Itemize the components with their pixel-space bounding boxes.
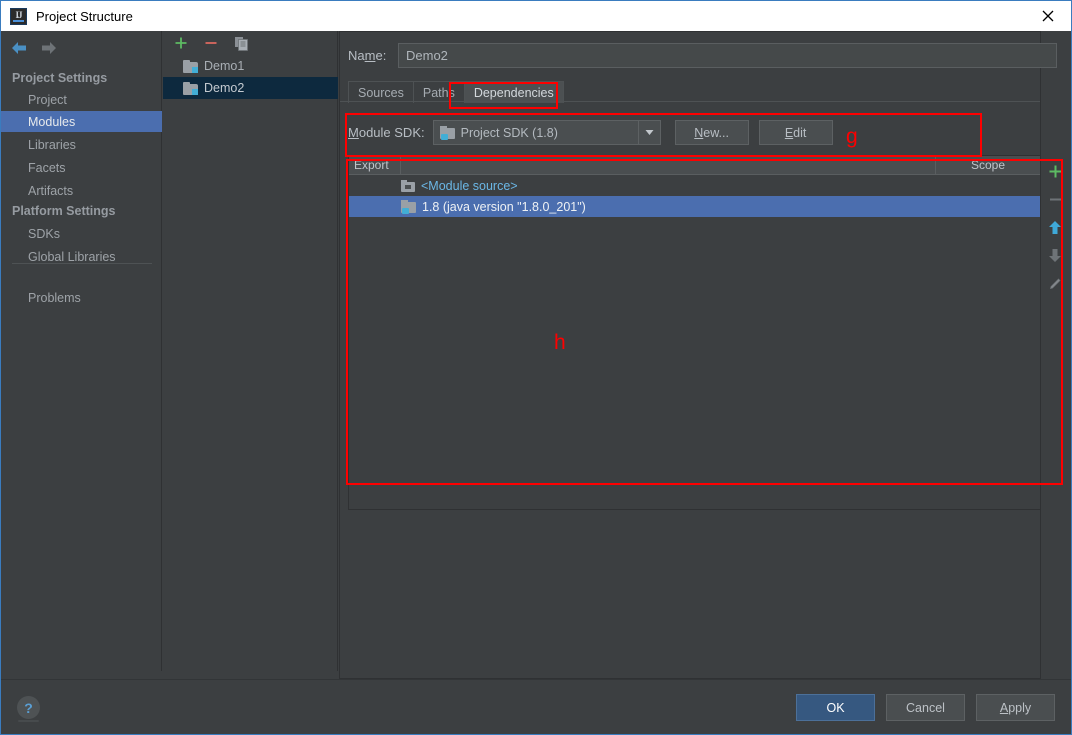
chevron-down-icon[interactable] [637,121,660,144]
help-button-shadow [18,720,39,722]
ok-label: OK [826,700,845,715]
sidebar-item-sdks[interactable]: SDKs [1,223,162,244]
dependencies-table: Export Scope <Module source> 1.8 (java v… [348,155,1041,510]
remove-dependency-button[interactable] [1043,185,1067,213]
jdk-folder-icon [401,200,416,214]
title-bar: Project Structure [1,1,1071,31]
navigation-arrows [9,38,58,58]
dependency-name: <Module source> [421,178,518,193]
column-header-name[interactable] [401,156,936,174]
sidebar-item-label: Project [28,92,67,107]
dependencies-side-toolbar [1042,155,1068,510]
edit-dependency-button[interactable] [1043,269,1067,297]
cancel-button[interactable]: Cancel [886,694,965,721]
module-detail-panel: Name: Sources Paths Dependencies Module … [339,31,1068,679]
new-sdk-button[interactable]: New... [674,120,749,145]
close-icon[interactable] [1025,1,1071,31]
module-name-input[interactable] [398,43,1057,68]
sidebar-item-project[interactable]: Project [1,89,162,110]
module-folder-icon [183,81,198,95]
name-row: Name: [348,43,1057,68]
module-sdk-row: Module SDK: Project SDK (1.8) New... Edi… [348,120,833,145]
cancel-label: Cancel [906,700,945,715]
module-sdk-label: Module SDK: [348,125,425,140]
tab-dependencies[interactable]: Dependencies [463,81,564,103]
sidebar-group-platform-settings: Platform Settings [12,204,116,218]
sidebar-item-libraries[interactable]: Libraries [1,134,162,155]
minus-icon[interactable] [201,33,221,53]
add-dependency-button[interactable] [1043,157,1067,185]
sidebar-item-problems[interactable]: Problems [1,287,162,308]
sidebar-item-modules[interactable]: Modules [1,111,162,132]
dependencies-area: Export Scope <Module source> 1.8 (java v… [348,155,1041,510]
copy-icon[interactable] [231,33,251,53]
name-label: Name: [348,48,387,63]
sidebar-item-label: Facets [28,160,66,175]
sidebar-item-label: Global Libraries [28,249,116,264]
module-sdk-select[interactable]: Project SDK (1.8) [432,120,661,145]
sidebar-item-artifacts[interactable]: Artifacts [1,180,162,201]
sidebar-item-label: Artifacts [28,183,74,198]
module-source-folder-icon [401,179,415,192]
module-name: Demo1 [204,59,245,73]
question-mark-icon[interactable]: ? [17,696,40,719]
sidebar-item-label: Libraries [28,137,76,152]
table-row[interactable]: <Module source> [349,175,1040,196]
move-up-button[interactable] [1043,213,1067,241]
column-header-export[interactable]: Export [349,156,401,174]
sidebar-item-facets[interactable]: Facets [1,157,162,178]
settings-sidebar: Project Settings Project Modules Librari… [1,31,162,671]
edit-sdk-button[interactable]: Edit [758,120,833,145]
column-header-scope[interactable]: Scope [936,156,1040,174]
list-item[interactable]: Demo2 [163,77,338,99]
table-header: Export Scope [349,156,1040,175]
ok-button[interactable]: OK [796,694,875,721]
sidebar-group-project-settings: Project Settings [12,71,108,85]
module-list-panel: Demo1 Demo2 [163,31,338,671]
module-folder-icon [183,59,198,73]
module-tabs: Sources Paths Dependencies [348,79,564,103]
tab-label: Paths [422,85,455,100]
move-down-button[interactable] [1043,241,1067,269]
apply-label: Apply [999,700,1032,715]
module-name: Demo2 [204,81,245,95]
dependency-name: 1.8 (java version "1.8.0_201") [422,199,586,214]
dialog-body: Project Settings Project Modules Librari… [1,31,1071,734]
project-structure-dialog: Project Structure Proj [0,0,1072,735]
edit-sdk-label: Edit [784,125,807,140]
dialog-footer: ? OK Cancel Apply [1,679,1071,734]
plus-icon[interactable] [171,33,191,53]
table-row[interactable]: 1.8 (java version "1.8.0_201") [349,196,1040,217]
sidebar-item-label: Problems [28,290,81,305]
list-item[interactable]: Demo1 [163,55,338,77]
sdk-folder-icon [439,126,455,140]
arrow-left-icon[interactable] [9,38,29,58]
tab-sources[interactable]: Sources [348,81,414,103]
sidebar-item-label: Modules [28,114,76,129]
tab-label: Sources [358,85,404,100]
window-title: Project Structure [36,8,133,24]
arrow-right-icon[interactable] [38,38,58,58]
sidebar-divider [12,263,152,264]
tabs-underline [340,101,1040,102]
intellij-idea-icon [10,7,27,25]
module-sdk-value: Project SDK (1.8) [460,125,558,140]
tab-label: Dependencies [473,85,554,100]
module-list-toolbar [163,31,338,55]
sidebar-item-label: SDKs [28,226,60,241]
module-list-items: Demo1 Demo2 [163,55,338,99]
dialog-action-buttons: OK Cancel Apply [796,694,1055,721]
new-sdk-label: New... [694,125,729,140]
apply-button[interactable]: Apply [976,694,1055,721]
tab-paths[interactable]: Paths [412,81,465,103]
